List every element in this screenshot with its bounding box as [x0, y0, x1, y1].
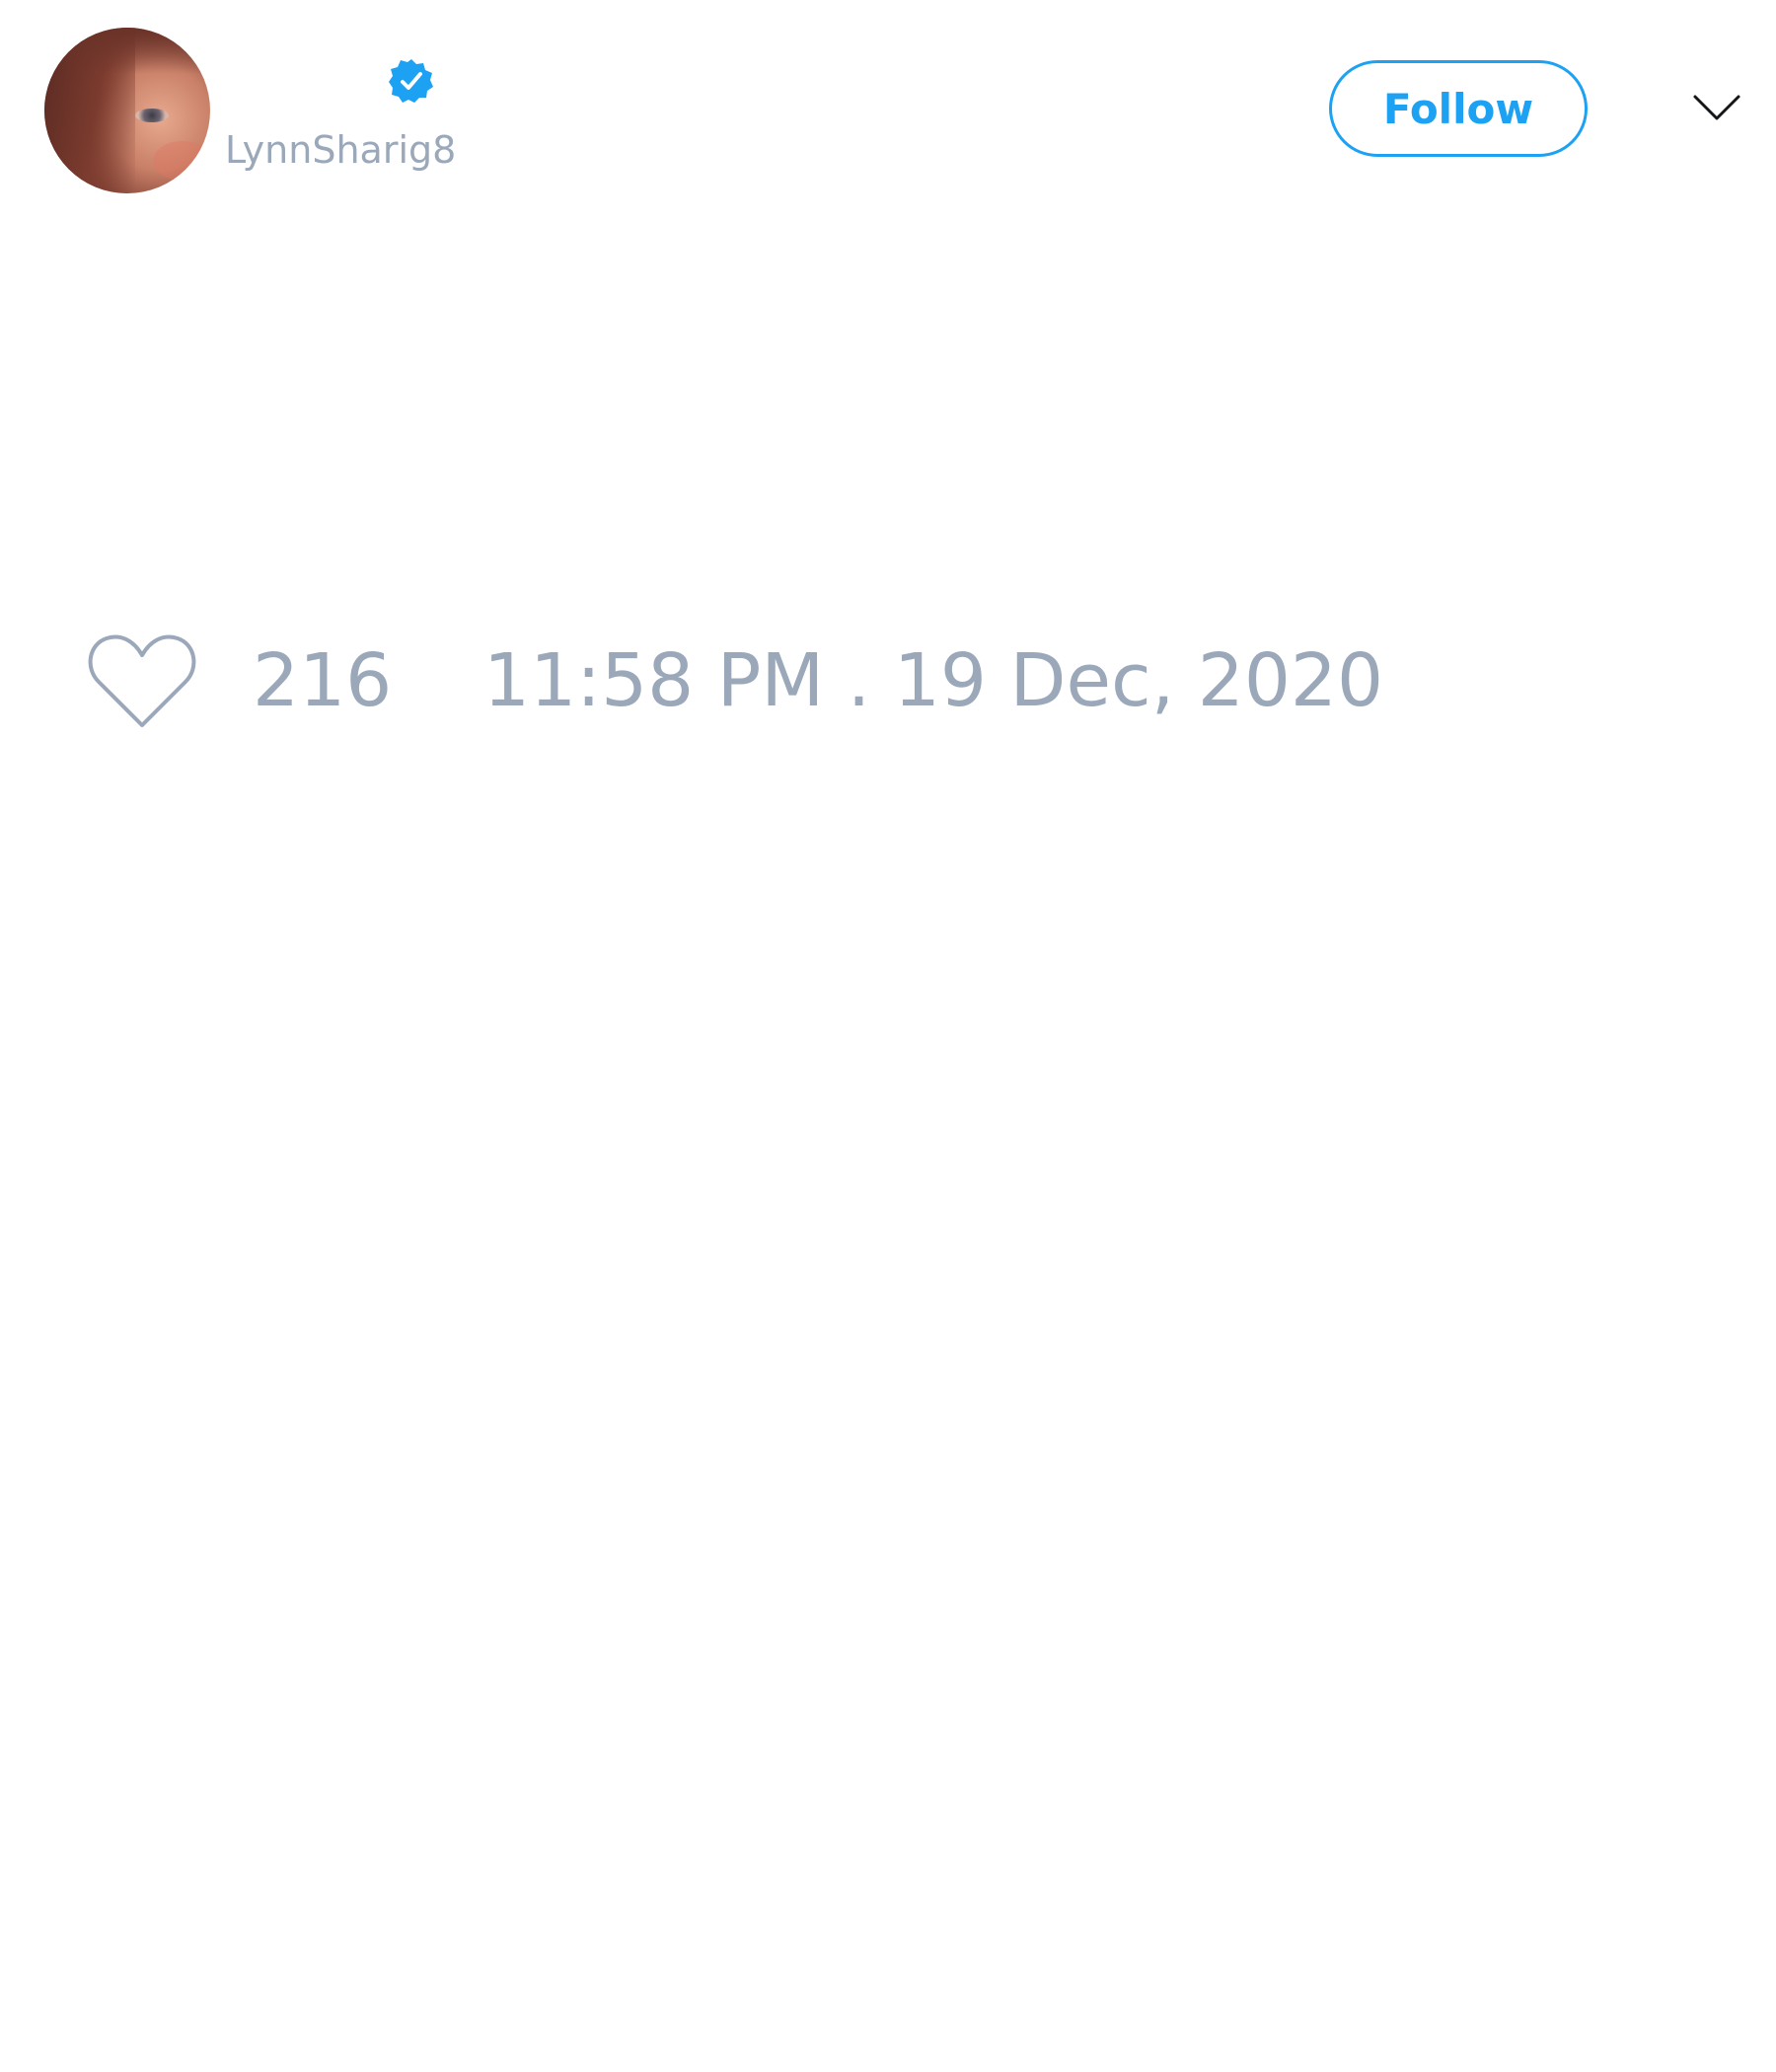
avatar[interactable] [44, 28, 210, 193]
tweet-card: LynnSharig8 Follow 216 11:58 PM . 19 Dec… [0, 0, 1776, 2072]
avatar-hair-top [44, 28, 210, 75]
follow-button[interactable]: Follow [1329, 60, 1588, 157]
avatar-eye [135, 109, 169, 122]
heart-icon[interactable] [87, 631, 197, 730]
tweet-header: LynnSharig8 Follow [0, 0, 1776, 217]
username[interactable]: LynnSharig8 [225, 128, 456, 172]
avatar-cheek [153, 141, 210, 181]
chevron-down-icon[interactable] [1692, 93, 1741, 122]
tweet-timestamp[interactable]: 11:58 PM . 19 Dec, 2020 [483, 639, 1383, 722]
verified-badge-icon [389, 59, 433, 103]
like-count[interactable]: 216 [253, 639, 392, 722]
